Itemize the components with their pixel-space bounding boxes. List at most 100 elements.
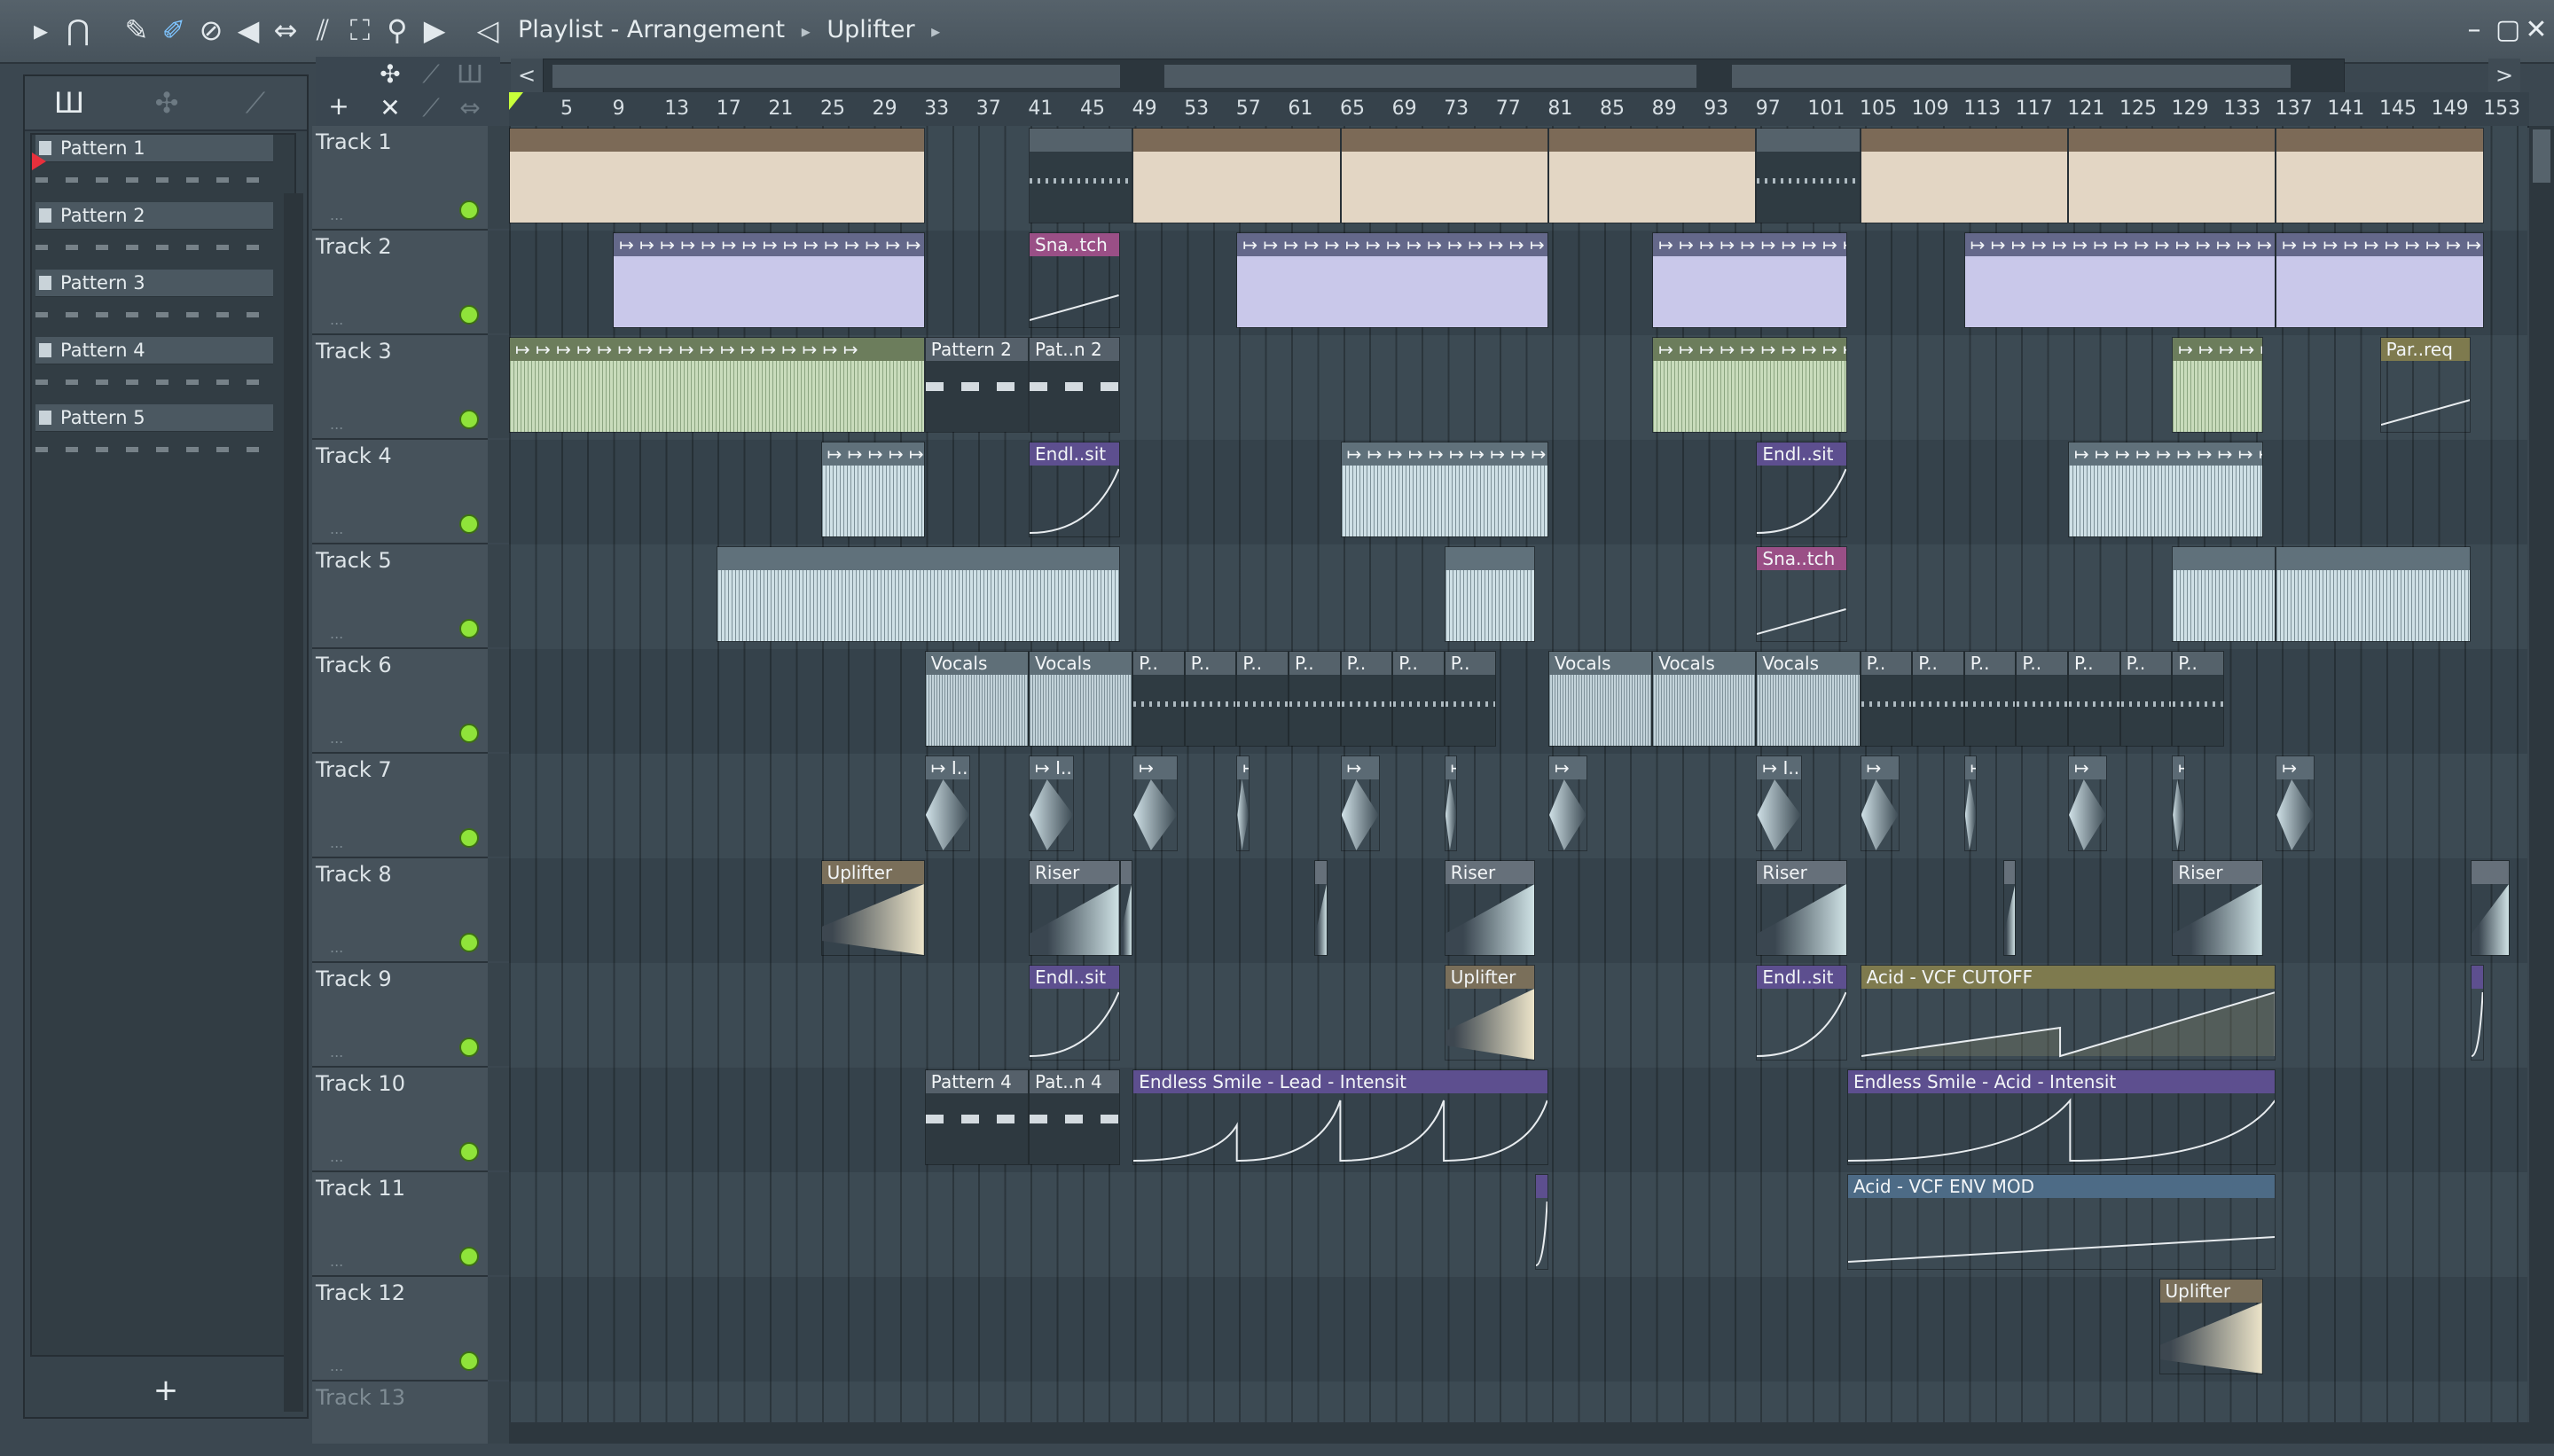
playlist-clip[interactable]: Riser bbox=[1756, 860, 1847, 956]
breadcrumb-current[interactable]: Uplifter bbox=[827, 12, 914, 48]
add-track-icon[interactable]: + bbox=[323, 90, 355, 122]
timeline-ruler[interactable]: 5 9 13 17 21 25 29 33 37 41 45 49 53 57 61 65 69 73 77 81 85… bbox=[509, 92, 2529, 128]
track-enable-led[interactable] bbox=[459, 200, 479, 220]
playlist-clip[interactable] bbox=[717, 546, 1120, 642]
track-header[interactable]: Track 2... bbox=[312, 231, 488, 335]
scroll-left-button[interactable]: < bbox=[511, 59, 543, 92]
track-header[interactable]: Track 3... bbox=[312, 335, 488, 440]
track-grip[interactable]: ... bbox=[330, 1044, 343, 1061]
playlist-clip[interactable] bbox=[1756, 128, 1861, 223]
playlist-clip[interactable]: ↦ I.. bbox=[1756, 755, 1802, 851]
playlist-clip[interactable]: ↦ ↦ ↦ ↦ ↦ ↦ ↦ ↦ ↦ ↦ ↦ ↦ ↦ ↦ ↦ ↦ ↦ bbox=[509, 337, 925, 433]
playlist-clip[interactable]: ↦ ↦ ↦ ↦ ↦ ↦ ↦ ↦ ↦ ↦ ↦ ↦ ↦ ↦ ↦ ↦ ↦ bbox=[1652, 232, 1847, 328]
playlist-clip[interactable]: P.. bbox=[1132, 651, 1185, 747]
playlist-clip[interactable]: P.. bbox=[1184, 651, 1237, 747]
playback-tool-icon[interactable]: ▶ bbox=[417, 12, 452, 48]
close-icon[interactable]: ✕ bbox=[374, 92, 406, 124]
playlist-clip[interactable]: Sna..tch bbox=[1029, 232, 1120, 328]
playlist-clip[interactable] bbox=[2276, 128, 2484, 223]
playlist-clip[interactable]: Acid - VCF ENV MOD bbox=[1846, 1174, 2276, 1270]
track-resize-handle[interactable] bbox=[488, 335, 509, 438]
track-enable-led[interactable] bbox=[459, 619, 479, 638]
track-grip[interactable]: ... bbox=[330, 1148, 343, 1165]
playlist-clip[interactable]: ↦ ↦ ↦ ↦ ↦ ↦ ↦ ↦ ↦ ↦ ↦ ↦ ↦ ↦ ↦ ↦ ↦ bbox=[1340, 442, 1548, 537]
piano-view-icon[interactable]: Ш bbox=[454, 59, 486, 90]
slip-tool-icon[interactable]: ⇔ bbox=[268, 12, 303, 48]
playlist-clip[interactable]: Pat..n 2 bbox=[1029, 337, 1120, 433]
horizontal-scrollbar[interactable] bbox=[509, 1422, 2529, 1444]
playlist-clip[interactable] bbox=[1860, 128, 2068, 223]
track-grip[interactable]: ... bbox=[330, 939, 343, 956]
automation-view-icon[interactable]: ⟋ bbox=[415, 92, 447, 124]
paint-tool-icon[interactable]: ✐ bbox=[156, 12, 192, 48]
playlist-clip[interactable]: P.. bbox=[2016, 651, 2068, 747]
playlist-clip[interactable]: P.. bbox=[1860, 651, 1913, 747]
pattern-item[interactable]: Pattern 4 bbox=[35, 337, 273, 401]
playlist-clip[interactable]: Endless Smile - Lead - Intensit bbox=[1132, 1069, 1548, 1165]
playlist-clip[interactable]: Pat..n 4 bbox=[1029, 1069, 1120, 1165]
playlist-clip[interactable]: Par..req bbox=[2379, 337, 2472, 433]
playlist-clip[interactable]: ↦ bbox=[2276, 755, 2315, 851]
playlist-clip[interactable]: P.. bbox=[1236, 651, 1289, 747]
playlist-clip[interactable]: P.. bbox=[1289, 651, 1341, 747]
automation-view-icon[interactable]: ⟋ bbox=[415, 59, 447, 90]
track-resize-handle[interactable] bbox=[488, 440, 509, 543]
track-resize-handle[interactable] bbox=[488, 649, 509, 752]
wave-view-icon[interactable]: ✣ bbox=[374, 59, 406, 90]
playlist-clip[interactable] bbox=[2068, 128, 2276, 223]
playlist-clip[interactable]: Vocals bbox=[1029, 651, 1133, 747]
track-grip[interactable]: ... bbox=[330, 730, 343, 747]
playlist-clip[interactable]: ↦ ↦ ↦ ↦ ↦ ↦ ↦ ↦ ↦ ↦ ↦ ↦ ↦ ↦ ↦ ↦ ↦ bbox=[1963, 232, 2276, 328]
track-resize-handle[interactable] bbox=[488, 1172, 509, 1275]
playlist-clip[interactable] bbox=[2002, 860, 2017, 956]
track-grip[interactable]: ... bbox=[330, 521, 343, 537]
playlist-clip[interactable]: P.. bbox=[1912, 651, 1964, 747]
playlist-clip[interactable] bbox=[1535, 1174, 1548, 1270]
playlist-clip[interactable]: Pattern 2 bbox=[924, 337, 1029, 433]
playlist-clip[interactable]: ↦ bbox=[2172, 755, 2185, 851]
close-icon[interactable]: ✕ bbox=[2519, 12, 2554, 48]
add-pattern-button[interactable]: + bbox=[25, 1364, 307, 1417]
playlist-clip[interactable] bbox=[1029, 128, 1133, 223]
playlist-clip[interactable]: ↦ ↦ ↦ ↦ ↦ ↦ ↦ ↦ ↦ ↦ ↦ ↦ ↦ ↦ ↦ ↦ ↦ bbox=[820, 442, 925, 537]
track-header[interactable]: Track 8... bbox=[312, 858, 488, 963]
track-resize-handle[interactable] bbox=[488, 544, 509, 647]
track-resize-handle[interactable] bbox=[488, 858, 509, 961]
track-header[interactable]: Track 7... bbox=[312, 754, 488, 858]
piano-roll-icon[interactable]: Ш bbox=[51, 85, 87, 121]
pattern-item[interactable]: Pattern 3 bbox=[35, 270, 273, 333]
playlist-clip[interactable]: P.. bbox=[1963, 651, 2017, 747]
track-resize-handle[interactable] bbox=[488, 754, 509, 857]
playlist-clip[interactable]: P.. bbox=[1392, 651, 1445, 747]
playlist-clip[interactable]: Riser bbox=[2172, 860, 2263, 956]
playlist-clip[interactable]: P.. bbox=[2172, 651, 2224, 747]
playlist-clip[interactable]: Endl..sit bbox=[1029, 442, 1120, 537]
playlist-clip[interactable]: Riser bbox=[1029, 860, 1120, 956]
playlist-clip[interactable] bbox=[2172, 546, 2276, 642]
playlist-clip[interactable]: ↦ I.. bbox=[924, 755, 971, 851]
track-grip[interactable]: ... bbox=[330, 207, 343, 223]
track-enable-led[interactable] bbox=[459, 933, 479, 952]
playlist-clip[interactable]: Vocals bbox=[1548, 651, 1653, 747]
playlist-clip[interactable]: P.. bbox=[1444, 651, 1497, 747]
playlist-clip[interactable]: ↦ bbox=[1132, 755, 1179, 851]
track-grip[interactable]: ... bbox=[330, 311, 343, 328]
playlist-clip[interactable]: Endless Smile - Acid - Intensit bbox=[1846, 1069, 2276, 1165]
playlist-clip[interactable]: Endl..sit bbox=[1756, 965, 1847, 1061]
scroll-right-button[interactable]: > bbox=[2488, 59, 2520, 92]
pattern-item[interactable]: Pattern 1 bbox=[32, 135, 273, 199]
track-header[interactable]: Track 12... bbox=[312, 1277, 488, 1382]
track-header[interactable]: Track 9... bbox=[312, 963, 488, 1068]
track-resize-handle[interactable] bbox=[488, 1382, 509, 1444]
playlist-clip[interactable]: ↦ ↦ ↦ ↦ ↦ ↦ ↦ ↦ ↦ ↦ ↦ ↦ ↦ ↦ ↦ ↦ ↦ bbox=[2172, 337, 2263, 433]
playlist-clip[interactable]: ↦ bbox=[1963, 755, 1978, 851]
picker-scrollbar[interactable] bbox=[284, 193, 303, 1412]
playlist-clip[interactable]: ↦ bbox=[1444, 755, 1458, 851]
speaker-icon[interactable]: ◁ bbox=[470, 12, 505, 48]
playlist-clip[interactable]: P.. bbox=[2068, 651, 2120, 747]
playlist-clip[interactable]: Riser bbox=[1444, 860, 1536, 956]
track-lane[interactable] bbox=[509, 754, 2527, 860]
playlist-clip[interactable]: Sna..tch bbox=[1756, 546, 1847, 642]
slice-tool-icon[interactable]: ⫽ bbox=[305, 12, 341, 48]
track-resize-handle[interactable] bbox=[488, 1068, 509, 1170]
